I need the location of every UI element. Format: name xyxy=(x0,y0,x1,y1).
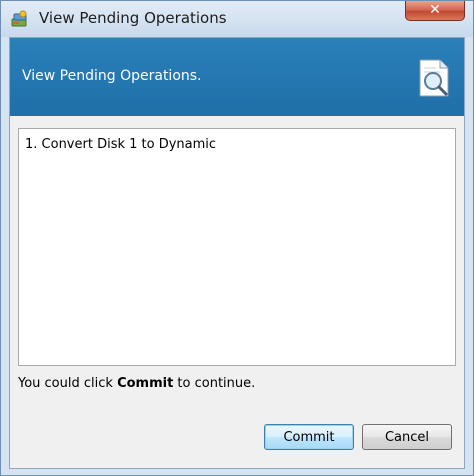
dialog-client-area: View Pending Operations. 1. Convert Disk… xyxy=(9,37,465,469)
header-title: View Pending Operations. xyxy=(22,68,202,84)
hint-suffix: to continue. xyxy=(173,376,256,391)
hint-prefix: You could click xyxy=(18,376,118,391)
pending-operations-dialog: View Pending Operations ✕ View Pending O… xyxy=(0,0,474,476)
close-button[interactable]: ✕ xyxy=(405,1,465,21)
title-bar[interactable]: View Pending Operations ✕ xyxy=(1,1,473,37)
commit-button[interactable]: Commit xyxy=(264,424,354,450)
disk-manager-icon xyxy=(11,10,27,27)
pending-operations-list[interactable]: 1. Convert Disk 1 to Dynamic xyxy=(18,128,456,366)
close-icon: ✕ xyxy=(429,2,441,18)
header-banner: View Pending Operations. xyxy=(10,38,464,116)
hint-emphasis: Commit xyxy=(117,376,174,391)
list-item[interactable]: 1. Convert Disk 1 to Dynamic xyxy=(25,137,216,152)
magnifier-document-icon xyxy=(419,59,449,97)
cancel-button[interactable]: Cancel xyxy=(362,424,452,450)
window-title: View Pending Operations xyxy=(39,9,227,27)
instruction-text: You could click Commit to continue. xyxy=(18,376,255,391)
